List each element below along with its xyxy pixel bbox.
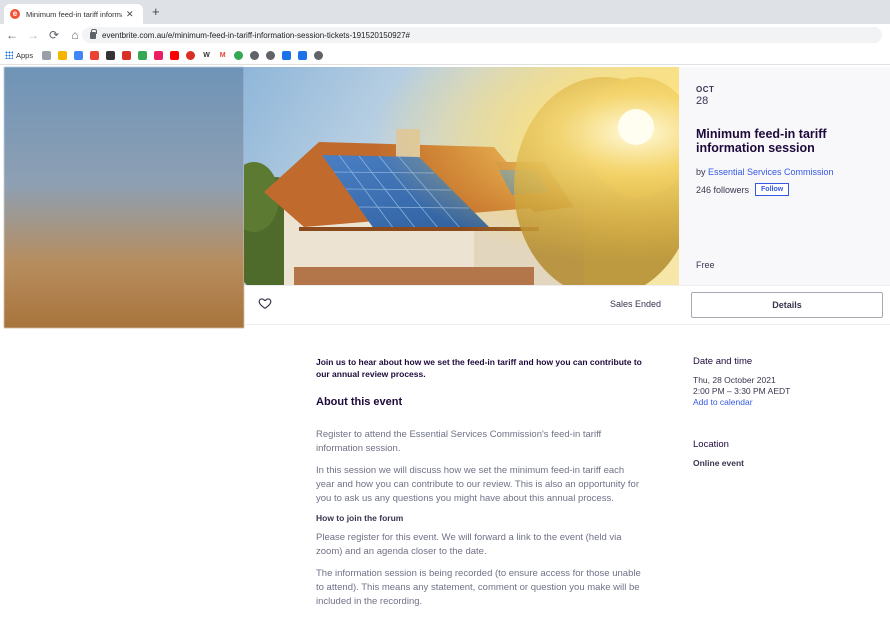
event-month: OCT xyxy=(696,85,715,94)
pink-square-icon[interactable] xyxy=(154,50,164,60)
solar-house-illustration xyxy=(244,67,679,285)
bookmarks-bar: Apps WM xyxy=(0,46,890,65)
event-day: 28 xyxy=(696,95,709,107)
diamond-icon[interactable] xyxy=(298,50,308,60)
lock-icon xyxy=(90,28,97,39)
green-circle-icon[interactable] xyxy=(234,50,244,60)
address-bar[interactable]: eventbrite.com.au/e/minimum-feed-in-tari… xyxy=(82,27,882,43)
browser-tab[interactable]: e Minimum feed-in tariff informati ✕ xyxy=(4,4,143,24)
event-description: Join us to hear about how we set the fee… xyxy=(316,356,646,609)
new-tab-icon[interactable]: + xyxy=(152,5,160,19)
apps-shortcut[interactable]: Apps xyxy=(5,51,33,60)
description-paragraph: In this session we will discuss how we s… xyxy=(316,465,640,504)
details-button[interactable]: Details xyxy=(691,292,883,318)
eventbrite-favicon-icon: e xyxy=(10,9,20,19)
blue-icon[interactable] xyxy=(282,50,292,60)
heart-icon[interactable] xyxy=(258,296,272,310)
plane-icon[interactable] xyxy=(58,50,68,60)
add-to-calendar-link[interactable]: Add to calendar xyxy=(693,397,873,407)
follow-button[interactable]: Follow xyxy=(755,183,790,196)
event-hero-image xyxy=(244,67,679,285)
about-heading: About this event xyxy=(316,396,403,408)
circle-icon[interactable] xyxy=(186,50,196,60)
followers-count: 246 followers xyxy=(696,184,750,195)
event-details-sidebar: Date and time Thu, 28 October 2021 2:00 … xyxy=(693,356,873,469)
drive-icon[interactable] xyxy=(138,50,148,60)
sales-status: Sales Ended xyxy=(610,299,662,309)
organizer-link[interactable]: Essential Services Commission xyxy=(708,167,834,177)
event-price: Free xyxy=(696,260,715,270)
tab-title: Minimum feed-in tariff informati xyxy=(26,9,122,19)
back-arrow-icon[interactable]: ← xyxy=(3,28,21,42)
microsoft-icon[interactable] xyxy=(74,50,84,60)
by-prefix: by xyxy=(696,167,709,177)
chart-icon[interactable] xyxy=(106,50,116,60)
event-summary-text: Join us to hear about how we set the fee… xyxy=(316,357,642,379)
maps-pin-icon[interactable] xyxy=(90,50,100,60)
reload-icon[interactable]: ⟳ xyxy=(45,28,63,42)
url-text: eventbrite.com.au/e/minimum-feed-in-tari… xyxy=(102,30,410,40)
globe-icon[interactable] xyxy=(314,50,324,60)
location-text: Online event xyxy=(693,458,745,468)
globe-icon[interactable] xyxy=(250,50,260,60)
followers-row: 246 followers Follow xyxy=(696,183,873,196)
forward-arrow-icon[interactable]: → xyxy=(24,28,42,42)
globe-icon[interactable] xyxy=(266,50,276,60)
event-time: 2:00 PM – 3:30 PM AEDT xyxy=(693,386,791,396)
description-paragraph: The information session is being recorde… xyxy=(316,568,641,607)
apps-label: Apps xyxy=(16,50,34,60)
event-date: Thu, 28 October 2021 xyxy=(693,375,776,385)
hero-background-blur xyxy=(4,67,244,328)
how-to-join-heading: How to join the forum xyxy=(316,513,404,523)
red-square-icon[interactable] xyxy=(122,50,132,60)
gmail-icon[interactable]: M xyxy=(218,51,227,60)
event-title: Minimum feed-in tariff information sessi… xyxy=(696,127,827,155)
description-paragraph: Register to attend the Essential Service… xyxy=(316,429,602,454)
description-paragraph: Please register for this event. We will … xyxy=(316,532,622,557)
location-heading: Location xyxy=(693,439,729,450)
w-icon[interactable]: W xyxy=(202,51,211,60)
close-tab-icon[interactable]: ✕ xyxy=(126,9,134,20)
browser-tab-bar: e Minimum feed-in tariff informati ✕ + xyxy=(0,0,890,24)
sync-icon[interactable] xyxy=(42,50,52,60)
date-time-heading: Date and time xyxy=(693,356,753,367)
event-summary-panel: OCT 28 Minimum feed-in tariff informatio… xyxy=(679,67,890,285)
organizer-line: by Essential Services Commission xyxy=(696,167,873,177)
action-bar: Sales Ended Details xyxy=(244,285,890,325)
apps-grid-icon xyxy=(5,51,13,59)
youtube-icon[interactable] xyxy=(170,50,180,60)
